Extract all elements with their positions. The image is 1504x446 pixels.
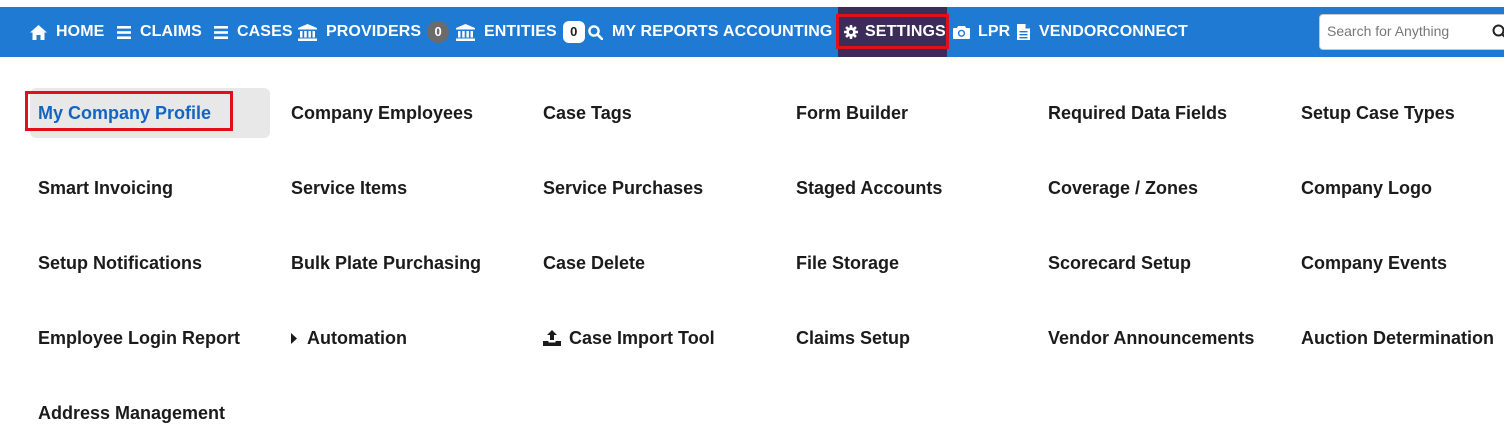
menu-service-purchases[interactable]: Service Purchases xyxy=(543,173,703,203)
menu-case-tags[interactable]: Case Tags xyxy=(543,98,632,128)
menu-service-items[interactable]: Service Items xyxy=(291,173,407,203)
menu-item-label: Case Import Tool xyxy=(569,327,715,348)
menu-item-label: Auction Determination xyxy=(1301,327,1495,348)
menu-bulk-plate-purchasing[interactable]: Bulk Plate Purchasing xyxy=(291,248,481,278)
providers-count-badge: 0 xyxy=(427,21,450,43)
menu-vendor-announcements[interactable]: Vendor Announcements xyxy=(1048,323,1254,353)
menu-item-label: Setup Notifications xyxy=(38,252,203,273)
menu-item-label: Scorecard Setup xyxy=(1048,252,1192,273)
nav-accounting-label: ACCOUNTING xyxy=(723,23,833,40)
menu-coverage-zones[interactable]: Coverage / Zones xyxy=(1048,173,1198,203)
menu-item-label: Company Employees xyxy=(291,102,474,123)
nav-accounting[interactable]: ACCOUNTING xyxy=(723,7,832,57)
entities-count-badge: 0 xyxy=(562,21,585,43)
menu-case-import-tool[interactable]: Case Import Tool xyxy=(543,323,715,353)
nav-claims[interactable]: CLAIMS xyxy=(117,7,202,57)
nav-cases-label: CASES xyxy=(237,23,293,40)
search-icon xyxy=(588,24,603,40)
menu-item-label: Form Builder xyxy=(796,102,909,123)
menu-smart-invoicing[interactable]: Smart Invoicing xyxy=(38,173,173,203)
bank-icon xyxy=(456,23,475,41)
menu-case-delete[interactable]: Case Delete xyxy=(543,248,645,278)
menu-item-label: Vendor Announcements xyxy=(1048,327,1255,348)
menu-item-label: Case Delete xyxy=(543,252,646,273)
my-company-profile-highlight-box xyxy=(25,91,233,131)
menu-item-label: Employee Login Report xyxy=(38,327,241,348)
menu-company-employees[interactable]: Company Employees xyxy=(291,98,473,128)
menu-form-builder[interactable]: Form Builder xyxy=(796,98,908,128)
menu-staged-accounts[interactable]: Staged Accounts xyxy=(796,173,942,203)
menu-company-events[interactable]: Company Events xyxy=(1301,248,1447,278)
settings-highlight-box xyxy=(836,14,949,49)
menu-scorecard-setup[interactable]: Scorecard Setup xyxy=(1048,248,1191,278)
menu-item-label: Company Logo xyxy=(1301,177,1432,198)
document-icon xyxy=(1017,24,1030,40)
caret-right-icon xyxy=(291,332,297,344)
menu-required-data-fields[interactable]: Required Data Fields xyxy=(1048,98,1227,128)
nav-lpr-label: LPR xyxy=(978,23,1011,40)
nav-entities-label: ENTITIES xyxy=(484,23,557,40)
menu-address-management[interactable]: Address Management xyxy=(38,398,225,428)
menu-claims-setup[interactable]: Claims Setup xyxy=(796,323,910,353)
menu-item-label: Service Purchases xyxy=(543,177,704,198)
nav-home[interactable]: HOME xyxy=(30,7,104,57)
nav-vendorconnect[interactable]: VENDORCONNECT xyxy=(1017,7,1188,57)
menu-employee-login-report[interactable]: Employee Login Report xyxy=(38,323,240,353)
bank-icon xyxy=(298,23,317,41)
nav-providers-label: PROVIDERS xyxy=(326,23,422,40)
menu-file-storage[interactable]: File Storage xyxy=(796,248,899,278)
menu-item-label: Case Tags xyxy=(543,102,632,123)
menu-item-label: Claims Setup xyxy=(796,327,911,348)
nav-entities[interactable]: ENTITIES 0 xyxy=(456,7,585,57)
menu-item-label: Service Items xyxy=(291,177,408,198)
menu-item-label: Setup Case Types xyxy=(1301,102,1455,123)
menu-setup-case-types[interactable]: Setup Case Types xyxy=(1301,98,1455,128)
search-icon[interactable] xyxy=(1492,24,1504,45)
home-icon xyxy=(30,24,47,40)
menu-item-label: Bulk Plate Purchasing xyxy=(291,252,482,273)
menu-item-label: Coverage / Zones xyxy=(1048,177,1199,198)
menu-item-label: Smart Invoicing xyxy=(38,177,174,198)
nav-vendorconnect-label: VENDORCONNECT xyxy=(1039,23,1188,40)
top-strip xyxy=(0,0,1504,7)
search-input[interactable] xyxy=(1327,23,1492,39)
nav-lpr[interactable]: LPR xyxy=(953,7,1010,57)
list-icon xyxy=(214,25,228,39)
nav-providers[interactable]: PROVIDERS 0 xyxy=(298,7,450,57)
menu-item-label: Company Events xyxy=(1301,252,1448,273)
list-icon xyxy=(117,25,131,39)
nav-home-label: HOME xyxy=(56,23,105,40)
nav-my-reports-label: MY REPORTS xyxy=(612,23,719,40)
menu-item-label: Staged Accounts xyxy=(796,177,943,198)
menu-item-label: Address Management xyxy=(38,402,226,423)
menu-auction-determination[interactable]: Auction Determination xyxy=(1301,323,1494,353)
menu-setup-notifications[interactable]: Setup Notifications xyxy=(38,248,202,278)
menu-item-label: Automation xyxy=(307,327,407,348)
upload-icon xyxy=(543,330,561,346)
menu-item-label: Required Data Fields xyxy=(1048,102,1228,123)
menu-automation[interactable]: Automation xyxy=(291,323,407,353)
camera-icon xyxy=(953,25,970,39)
menu-item-label: File Storage xyxy=(796,252,900,273)
nav-claims-label: CLAIMS xyxy=(140,23,202,40)
nav-cases[interactable]: CASES xyxy=(214,7,293,57)
nav-my-reports[interactable]: MY REPORTS xyxy=(588,7,719,57)
global-search xyxy=(1319,14,1504,50)
menu-company-logo[interactable]: Company Logo xyxy=(1301,173,1432,203)
